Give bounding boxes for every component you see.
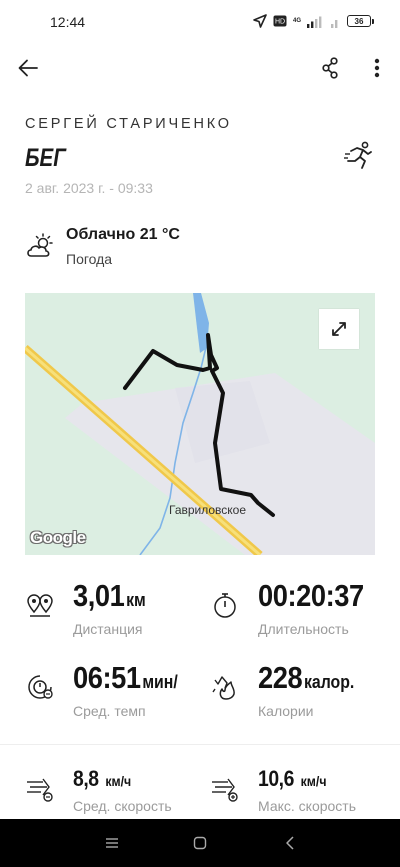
menu-lines-icon	[106, 838, 118, 848]
calories-flame-icon	[212, 676, 235, 700]
stat-number: 00:20:37	[258, 578, 364, 613]
map-place-label: Гавриловское	[169, 503, 247, 517]
top-app-bar	[0, 44, 400, 90]
arrow-left-icon	[18, 59, 38, 77]
partly-cloudy-icon	[27, 233, 53, 257]
share-icon	[322, 57, 338, 79]
activity-date: 2 авг. 2023 г. - 09:33	[25, 180, 153, 196]
stat-label: Сред. темп	[73, 703, 146, 719]
stat-label: Длительность	[258, 621, 349, 637]
google-logo: Google	[30, 528, 86, 547]
battery-icon: 36	[347, 15, 374, 27]
stat-unit: мин/	[142, 672, 178, 692]
running-person-icon	[344, 141, 372, 169]
stat-number: 06:51	[73, 660, 141, 695]
status-time: 12:44	[50, 14, 86, 30]
stat-unit: км/ч	[300, 773, 327, 789]
status-icons: HD 4G 36	[253, 14, 374, 28]
expand-map-button[interactable]	[319, 309, 359, 349]
speed-max-icon	[212, 778, 238, 802]
stat-number: 8,8	[73, 766, 99, 791]
network-type-label: 4G	[292, 18, 301, 24]
nav-recents-button[interactable]	[100, 831, 124, 855]
stat-unit: калор.	[303, 672, 355, 692]
svg-text:HD: HD	[275, 19, 285, 26]
nav-back-icon	[286, 836, 294, 850]
stat-number: 228	[258, 660, 303, 695]
expand-arrows-icon	[332, 322, 346, 336]
stat-value: 00:20:37	[258, 578, 365, 614]
nav-home-button[interactable]	[188, 831, 212, 855]
signal-2-icon	[331, 19, 338, 28]
home-square-icon	[193, 836, 207, 850]
pace-clock-icon	[28, 675, 53, 699]
location-arrow-icon	[253, 14, 267, 28]
route-map[interactable]: Гавриловское Google	[25, 293, 375, 555]
stat-label: Макс. скорость	[258, 798, 357, 814]
stat-value: 3,01км	[73, 578, 146, 614]
stat-value: 228калор.	[258, 660, 354, 696]
stat-value: 10,6 км/ч	[258, 766, 327, 792]
nav-back-button[interactable]	[278, 831, 302, 855]
stat-number: 10,6	[258, 766, 294, 791]
system-navigation-bar	[0, 819, 400, 867]
stat-value: 06:51мин/	[73, 660, 178, 696]
activity-type-title: БЕГ	[25, 144, 66, 172]
signal-icon	[307, 16, 322, 28]
more-options-button[interactable]	[364, 54, 390, 82]
back-button[interactable]	[14, 54, 42, 82]
stat-unit: км/ч	[105, 773, 132, 789]
section-divider	[0, 744, 400, 745]
weather-condition: Облачно 21 °C	[66, 226, 180, 243]
stat-number: 3,01	[73, 578, 125, 613]
battery-level: 36	[347, 15, 371, 27]
share-button[interactable]	[316, 54, 344, 82]
stat-label: Дистанция	[73, 621, 143, 637]
stopwatch-icon	[214, 593, 236, 618]
stat-label: Калории	[258, 703, 314, 719]
stat-label: Сред. скорость	[73, 798, 172, 814]
status-bar: 12:44 HD 4G 36	[0, 0, 400, 44]
stat-unit: км	[126, 590, 146, 610]
distance-pins-icon	[27, 594, 53, 617]
volte-icon: HD	[273, 15, 287, 27]
stat-value: 8,8 км/ч	[73, 766, 131, 792]
weather-label: Погода	[66, 251, 113, 267]
athlete-name: СЕРГЕЙ СТАРИЧЕНКО	[25, 116, 232, 132]
more-vertical-icon	[374, 58, 380, 78]
speed-average-icon	[27, 778, 53, 802]
